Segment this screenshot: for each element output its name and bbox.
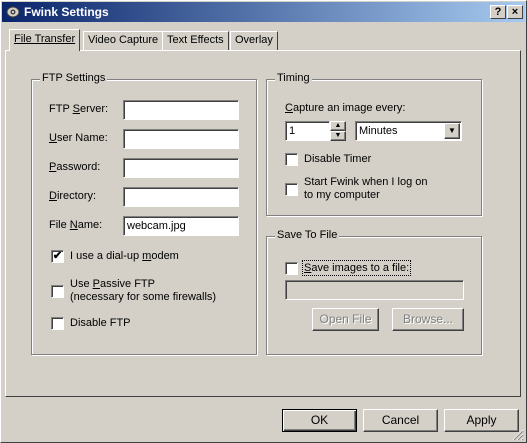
cancel-button[interactable]: Cancel (363, 409, 438, 432)
tab-file-transfer[interactable]: File Transfer (9, 29, 81, 51)
save-images-checkbox[interactable] (285, 262, 298, 275)
close-button[interactable]: × (507, 5, 523, 19)
group-title: Timing (275, 72, 312, 84)
start-on-logon-checkbox[interactable] (285, 183, 298, 196)
passive-ftp-checkbox[interactable] (51, 285, 64, 298)
ok-button[interactable]: OK (282, 409, 357, 432)
start-on-logon-label[interactable]: Start Fwink when I log on (304, 176, 428, 188)
disable-ftp-checkbox[interactable] (51, 317, 64, 330)
save-images-label[interactable]: Save images to a file: (301, 260, 412, 276)
tab-label: Overlay (235, 34, 273, 46)
fwink-app-icon (6, 6, 20, 18)
spin-up-icon[interactable]: ▲ (330, 121, 346, 131)
directory-label: Directory: (49, 190, 97, 202)
title-bar[interactable]: Fwink Settings ? × (2, 2, 525, 22)
tab-text-effects[interactable]: Text Effects (162, 31, 229, 51)
dialup-label[interactable]: I use a dial-up modem (70, 250, 179, 262)
password-label: Password: (49, 161, 101, 173)
spin-down-icon[interactable]: ▼ (330, 131, 346, 141)
tab-panel-file-transfer: FTP Settings FTP Server: User Name: Pass… (5, 50, 521, 397)
capture-interval-label: Capture an image every: (285, 102, 406, 114)
ftp-server-input[interactable] (123, 100, 239, 120)
unit-value: Minutes (359, 125, 398, 137)
window-title: Fwink Settings (24, 5, 109, 19)
tab-label: File Transfer (14, 33, 76, 45)
file-name-input[interactable]: webcam.jpg (123, 216, 239, 236)
ftp-server-label: FTP Server: (49, 103, 109, 115)
passive-ftp-label[interactable]: Use Passive FTP (70, 278, 155, 290)
ftp-settings-group: FTP Settings FTP Server: User Name: Pass… (31, 72, 257, 355)
apply-button[interactable]: Apply (444, 409, 519, 432)
browse-button[interactable]: Browse... (392, 308, 464, 331)
interval-spinner[interactable]: ▲ ▼ (330, 121, 346, 141)
help-button[interactable]: ? (490, 5, 506, 19)
passive-ftp-note: (necessary for some firewalls) (70, 291, 217, 303)
resize-grip-icon[interactable] (512, 429, 524, 441)
user-name-label: User Name: (49, 132, 108, 144)
tab-label: Video Capture (88, 34, 159, 46)
file-name-label: File Name: (49, 219, 103, 231)
interval-input[interactable]: 1 (285, 121, 330, 141)
dialup-checkbox[interactable]: ✔ (51, 250, 64, 263)
timing-group: Timing Capture an image every: 1 ▲ ▼ Min… (266, 72, 482, 216)
group-title: FTP Settings (40, 72, 108, 84)
open-file-button[interactable]: Open File (312, 308, 379, 331)
directory-input[interactable] (123, 187, 239, 207)
disable-timer-checkbox[interactable] (285, 153, 298, 166)
tab-video-capture[interactable]: Video Capture (83, 31, 164, 51)
tab-overlay[interactable]: Overlay (230, 31, 278, 51)
start-on-logon-label-line2[interactable]: to my computer (304, 189, 380, 201)
save-path-input[interactable] (285, 280, 464, 300)
group-title: Save To File (275, 229, 340, 241)
tab-label: Text Effects (167, 34, 224, 46)
user-name-input[interactable] (123, 129, 239, 149)
disable-timer-label[interactable]: Disable Timer (304, 153, 371, 165)
interval-unit-select[interactable]: Minutes ▼ (355, 121, 462, 141)
disable-ftp-label[interactable]: Disable FTP (70, 317, 131, 329)
dropdown-arrow-icon[interactable]: ▼ (444, 123, 460, 139)
password-input[interactable] (123, 158, 239, 178)
settings-window: Fwink Settings ? × File Transfer Video C… (0, 0, 527, 443)
save-to-file-group: Save To File Save images to a file: Open… (266, 229, 482, 355)
